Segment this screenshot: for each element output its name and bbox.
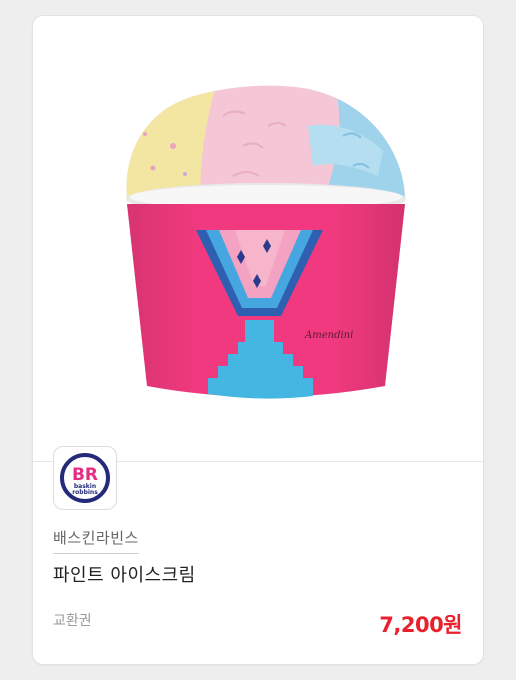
logo-wordmark-bottom: robbins [72,489,98,496]
price-label: 7,200원 [379,613,462,637]
brand-logo: BR baskin robbins [53,446,117,510]
baskin-robbins-logo-icon: BR baskin robbins [60,453,110,503]
cup-signature: Amendini [304,330,353,341]
product-card[interactable]: Amendini BR baskin robbins 배스킨라빈스 파인트 아이… [33,16,483,664]
product-name: 파인트 아이스크림 [53,565,196,586]
brand-name[interactable]: 배스킨라빈스 [53,527,139,554]
voucher-type-label: 교환권 [53,613,92,629]
logo-initials: BR [72,465,98,485]
product-image: Amendini [33,16,483,461]
